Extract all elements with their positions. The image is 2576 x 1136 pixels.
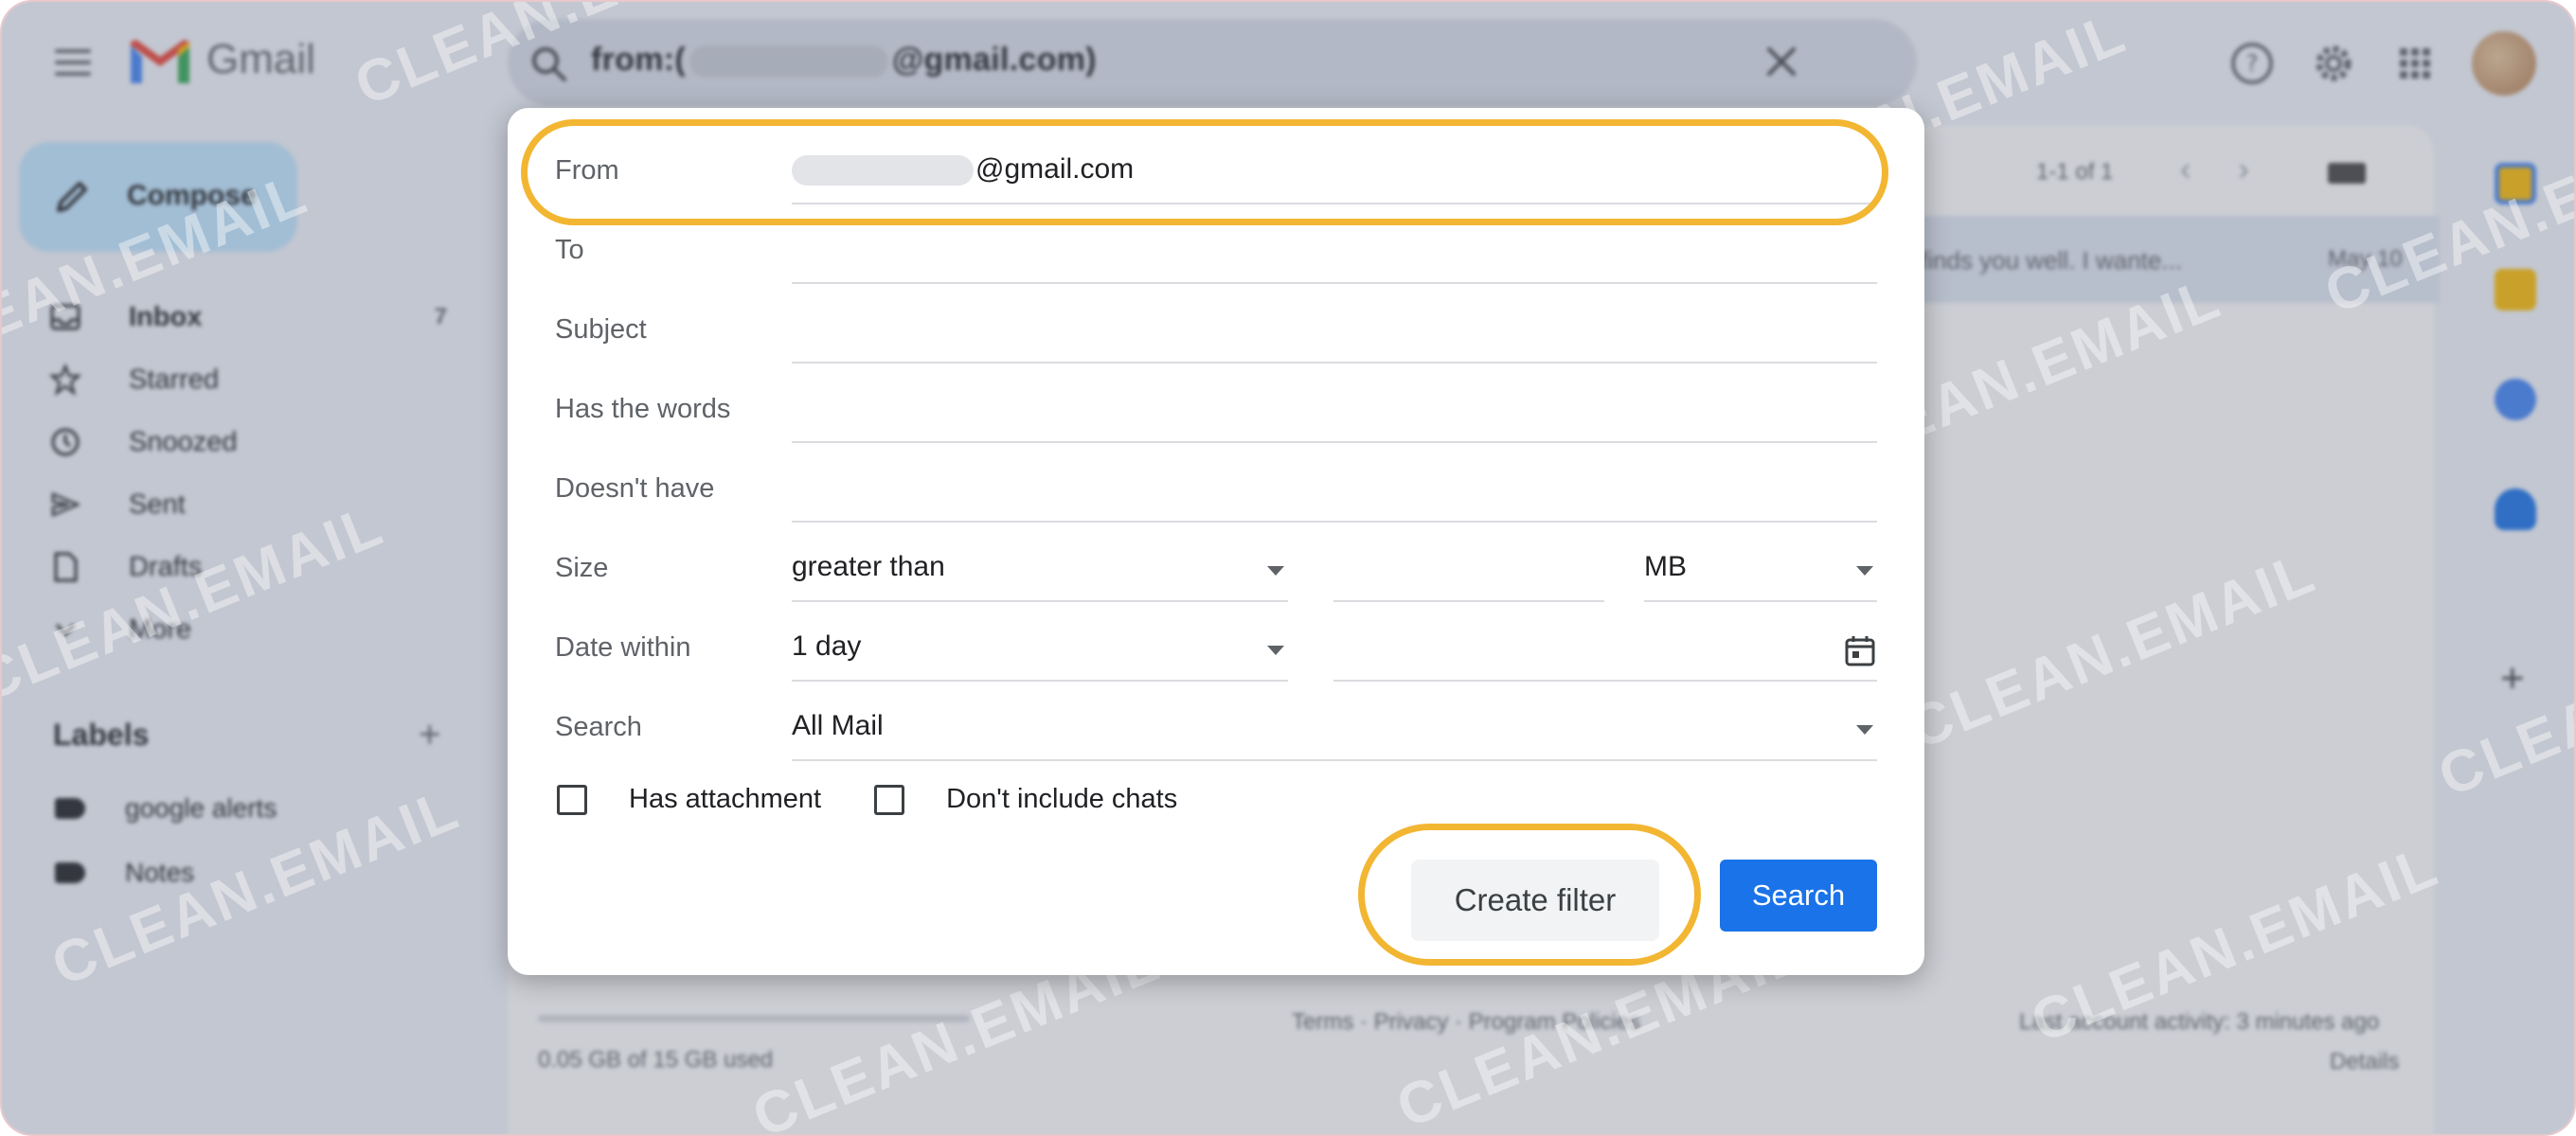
dropdown-caret-icon	[1267, 646, 1284, 655]
to-row: To	[555, 214, 1877, 293]
search-button[interactable]: Search	[1720, 860, 1877, 932]
to-label: To	[555, 235, 584, 265]
size-unit-value: MB	[1644, 551, 1687, 582]
size-operator-select[interactable]: greater than	[792, 532, 1288, 612]
has-words-field[interactable]	[792, 441, 1877, 443]
has-words-row: Has the words	[555, 373, 1877, 453]
date-within-value: 1 day	[792, 630, 862, 662]
has-attachment-checkbox[interactable]	[557, 784, 587, 815]
redacted-email	[792, 155, 974, 186]
date-within-select[interactable]: 1 day	[792, 612, 1288, 691]
has-attachment-label: Has attachment	[629, 784, 822, 814]
subject-row: Subject	[555, 293, 1877, 373]
dont-include-chats-checkbox[interactable]	[874, 784, 905, 815]
from-label: From	[555, 155, 619, 186]
search-scope-label: Search	[555, 712, 642, 742]
filter-checkboxes: Has attachment Don't include chats	[557, 784, 1230, 815]
from-row: From @gmail.com	[555, 134, 1877, 214]
from-value: @gmail.com	[975, 153, 1135, 185]
dont-include-chats-label: Don't include chats	[946, 784, 1178, 814]
from-field[interactable]: @gmail.com	[792, 153, 1134, 186]
dropdown-caret-icon	[1267, 566, 1284, 576]
dropdown-caret-icon	[1856, 725, 1873, 735]
size-row: Size greater than MB	[555, 532, 1877, 612]
has-words-label: Has the words	[555, 394, 731, 424]
search-scope-select[interactable]: All Mail	[792, 691, 1877, 771]
search-filter-dialog: From @gmail.com To Subject Has the words…	[508, 108, 1924, 975]
dropdown-caret-icon	[1856, 566, 1873, 576]
size-unit-select[interactable]: MB	[1644, 532, 1877, 612]
calendar-icon[interactable]	[1843, 634, 1877, 668]
size-value-input[interactable]	[1333, 532, 1604, 612]
doesnt-have-field[interactable]	[792, 521, 1877, 523]
doesnt-have-label: Doesn't have	[555, 473, 715, 504]
size-label: Size	[555, 553, 609, 583]
doesnt-have-row: Doesn't have	[555, 453, 1877, 532]
to-field[interactable]	[792, 282, 1877, 284]
screenshot-frame: Gmail from:(@gmail.com) ? Compose Inbox…	[0, 0, 2576, 1136]
size-operator-value: greater than	[792, 551, 945, 582]
search-scope-value: All Mail	[792, 710, 884, 741]
subject-label: Subject	[555, 314, 647, 345]
date-input[interactable]	[1333, 612, 1877, 691]
date-label: Date within	[555, 632, 691, 663]
search-scope-row: Search All Mail	[555, 691, 1877, 771]
create-filter-button[interactable]: Create filter	[1411, 860, 1659, 941]
subject-field[interactable]	[792, 362, 1877, 364]
date-row: Date within 1 day	[555, 612, 1877, 691]
